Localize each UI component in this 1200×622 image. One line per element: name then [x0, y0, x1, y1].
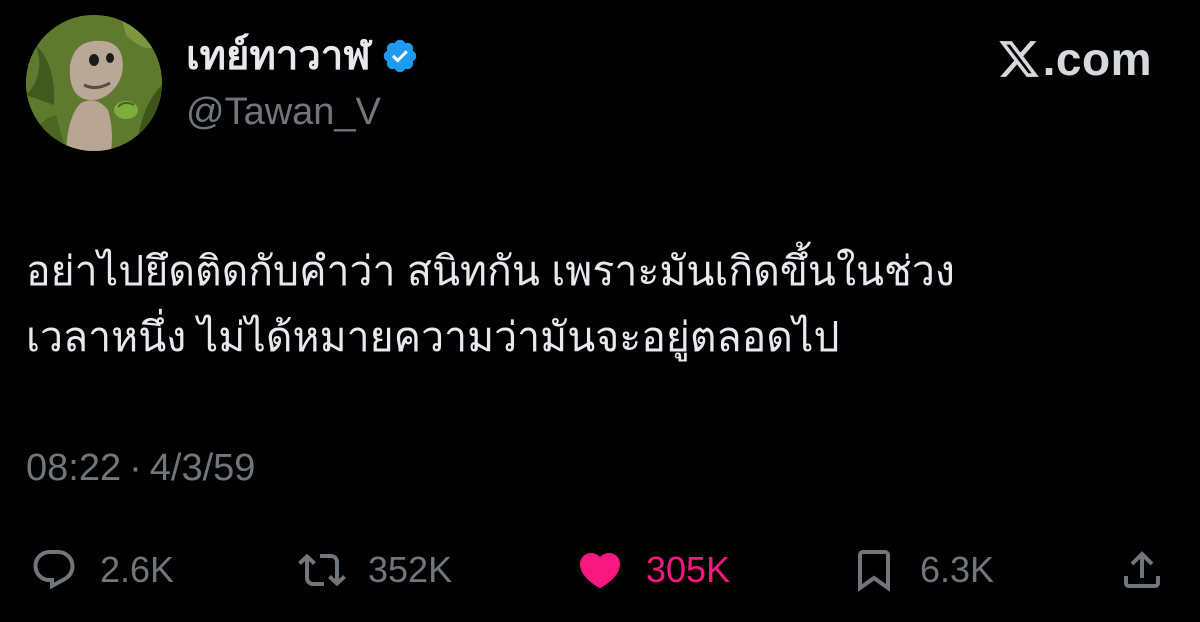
tweet-timestamp[interactable]: 08:22 · 4/3/59: [26, 446, 255, 492]
retweet-count: 352K: [368, 549, 453, 590]
reply-icon: [33, 550, 75, 590]
share-button[interactable]: [1118, 540, 1166, 600]
x-logo-icon: [998, 41, 1039, 77]
x-com-brand: .com: [997, 36, 1152, 82]
meta-separator: ·: [129, 447, 142, 489]
tweet-text-line-2: เวลาหนึ่ง ไม่ได้หมายความว่ามันจะอยู่ตลอด…: [26, 314, 840, 360]
like-count: 305K: [646, 549, 731, 590]
verified-badge-icon: [383, 39, 416, 73]
author-display-name[interactable]: เทย์ทาวาฬ: [186, 36, 371, 76]
retweet-icon: [298, 553, 346, 587]
author-handle[interactable]: @Tawan_V: [186, 91, 381, 134]
tweet-action-bar: 2.6K 352K 305K 6.3K: [0, 540, 1200, 600]
tweet-time: 08:22: [26, 447, 122, 489]
bookmark-icon: [858, 550, 890, 592]
avatar[interactable]: [26, 15, 162, 151]
reply-button[interactable]: 2.6K: [30, 540, 174, 600]
dinosaur-avatar-image: [26, 15, 162, 151]
retweet-button[interactable]: 352K: [298, 540, 452, 600]
share-icon: [1124, 551, 1160, 588]
like-button[interactable]: 305K: [576, 540, 730, 600]
tweet-text: อย่าไปยึดติดกับคำว่า สนิทกัน เพราะมันเกิ…: [26, 238, 1176, 370]
brand-domain-text: .com: [1042, 33, 1152, 85]
tweet-date: 4/3/59: [149, 447, 256, 489]
author-name-row[interactable]: เทย์ทาวาฬ: [186, 28, 419, 84]
bookmark-button[interactable]: 6.3K: [850, 540, 994, 600]
reply-count: 2.6K: [100, 549, 175, 590]
bookmark-count: 6.3K: [920, 549, 995, 590]
heart-filled-icon: [579, 553, 621, 589]
tweet-text-line-1: อย่าไปยึดติดกับคำว่า สนิทกัน เพราะมันเกิ…: [26, 248, 955, 294]
